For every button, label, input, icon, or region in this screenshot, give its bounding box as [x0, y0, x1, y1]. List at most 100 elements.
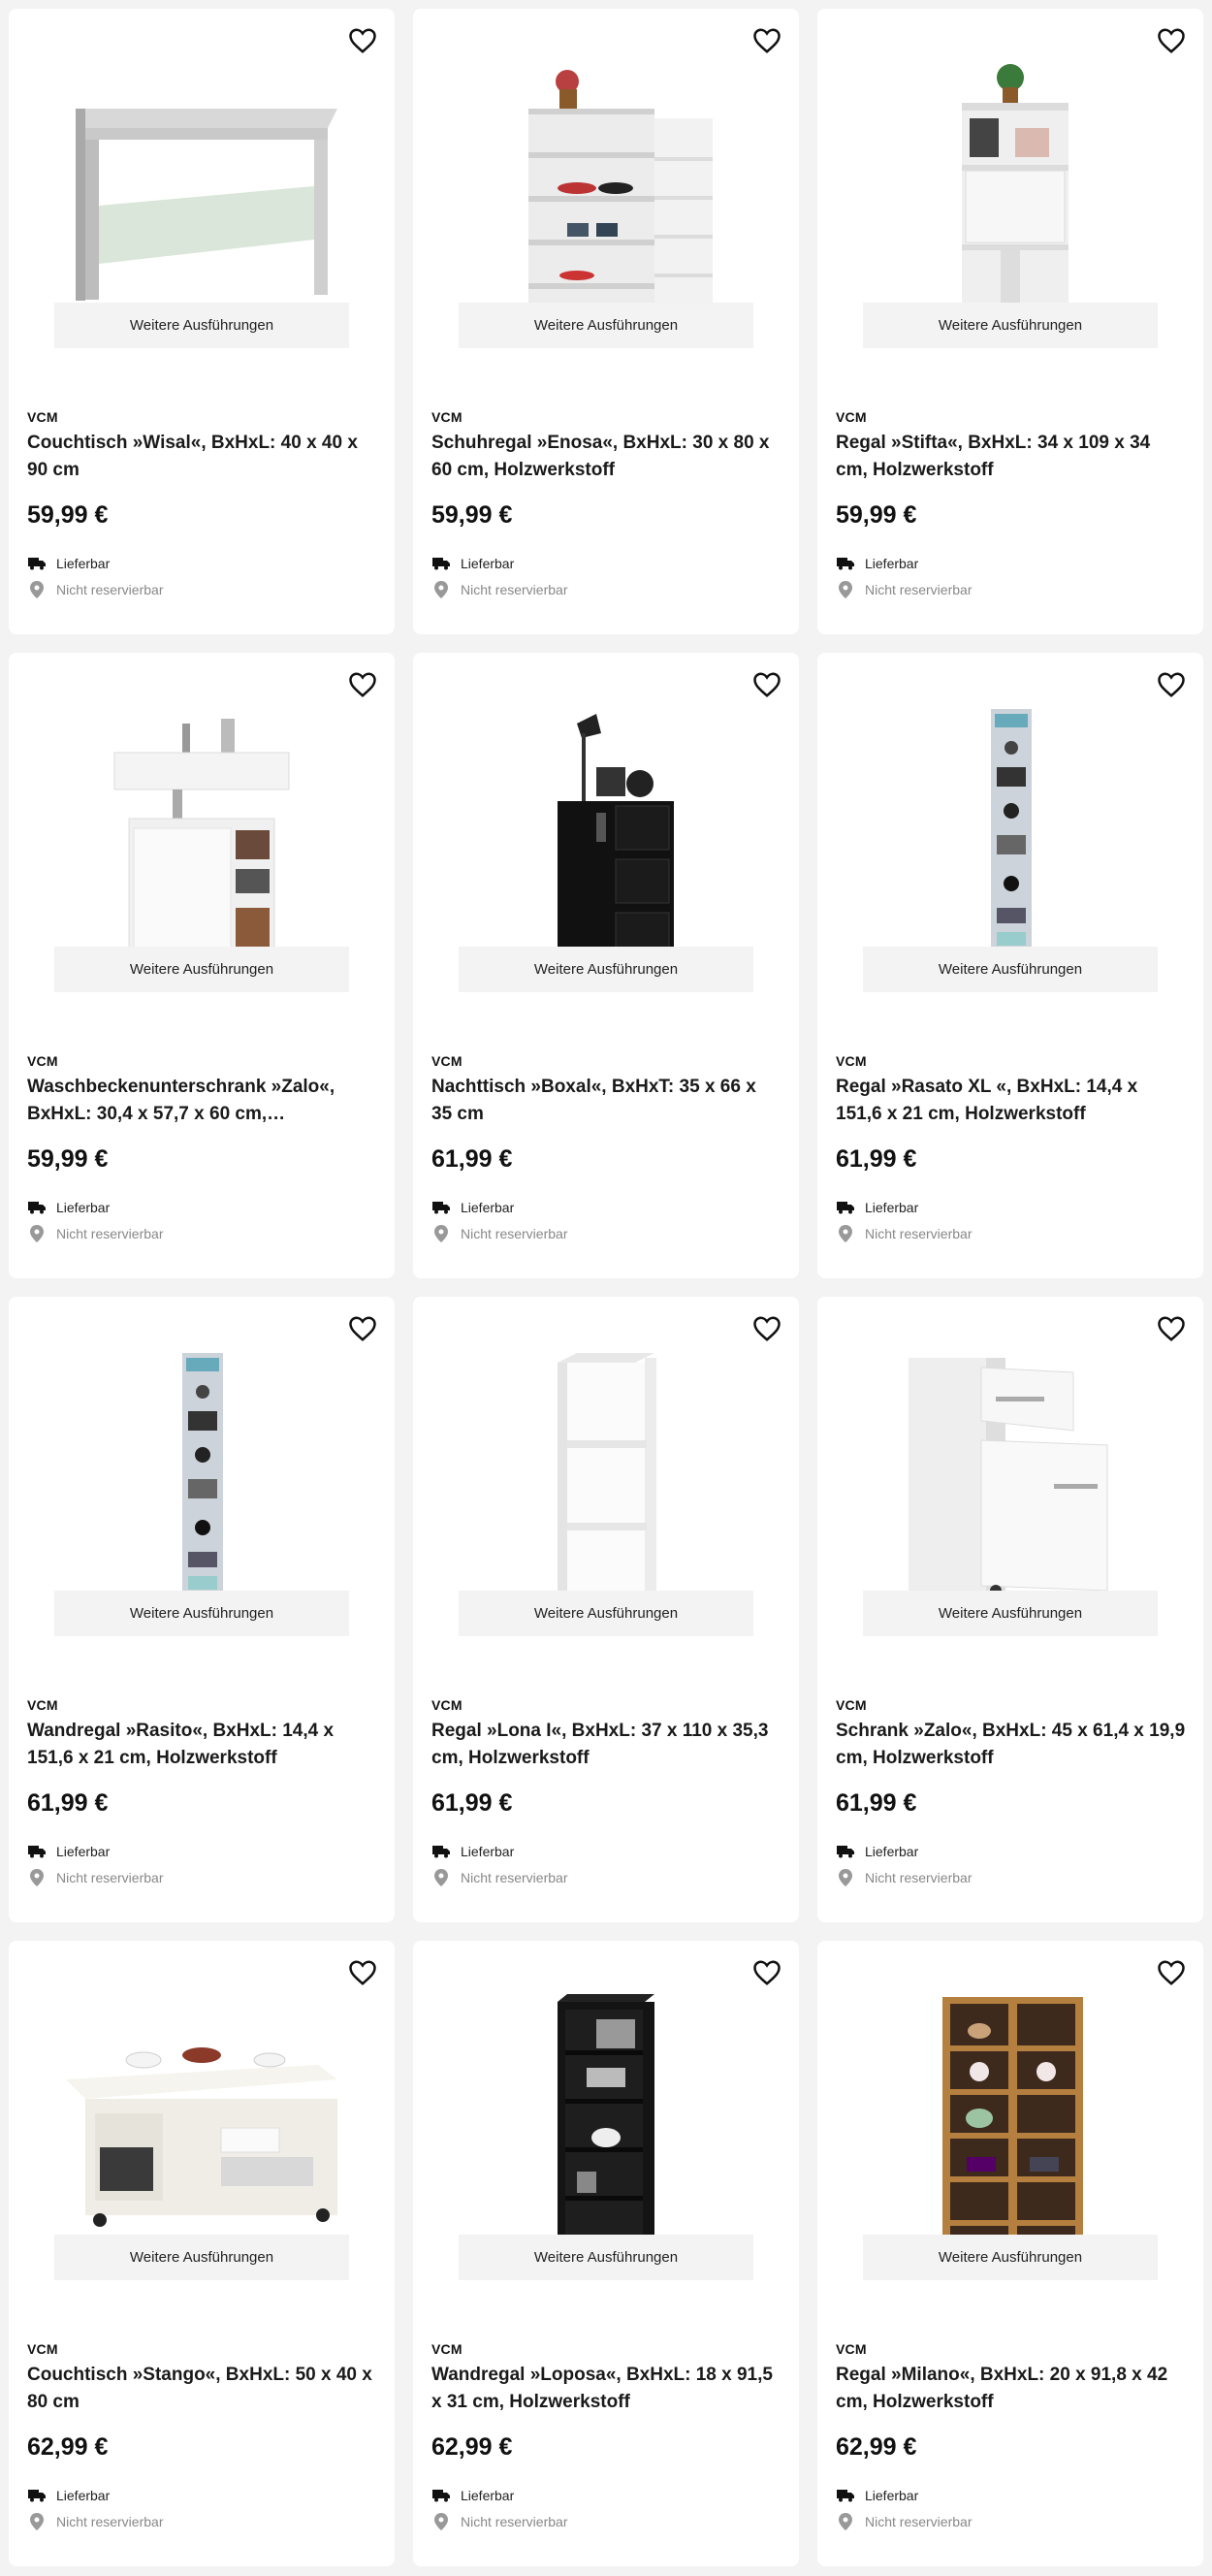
product-image[interactable]	[9, 1324, 395, 1600]
brand-label: VCM	[27, 409, 58, 425]
more-variants-button[interactable]: Weitere Ausführungen	[863, 947, 1158, 992]
product-title[interactable]: Regal »Milano«, BxHxL: 20 x 91,8 x 42 cm…	[836, 2362, 1186, 2416]
drawer-cabinet-image	[909, 1358, 1108, 1596]
product-card[interactable]: Weitere Ausführungen VCM Wandregal »Rasi…	[9, 1297, 395, 1922]
product-card[interactable]: Weitere Ausführungen VCM Couchtisch »Wis…	[9, 9, 395, 634]
more-variants-button[interactable]: Weitere Ausführungen	[54, 303, 349, 348]
product-image[interactable]	[9, 680, 395, 956]
truck-icon	[431, 1199, 451, 1216]
product-title[interactable]: Schrank »Zalo«, BxHxL: 45 x 61,4 x 19,9 …	[836, 1718, 1186, 1772]
product-card[interactable]: Weitere Ausführungen VCM Couchtisch »Sta…	[9, 1941, 395, 2566]
delivery-status: Lieferbar	[27, 555, 110, 572]
brand-label: VCM	[431, 409, 462, 425]
product-image[interactable]	[413, 1968, 799, 2244]
wooden-shelf-image	[942, 1997, 1083, 2244]
location-pin-icon	[27, 1225, 47, 1242]
location-pin-icon	[431, 1869, 451, 1886]
product-title[interactable]: Wandregal »Rasito«, BxHxL: 14,4 x 151,6 …	[27, 1718, 377, 1772]
product-card[interactable]: Weitere Ausführungen VCM Schuhregal »Eno…	[413, 9, 799, 634]
delivery-status: Lieferbar	[431, 1199, 514, 1216]
product-card[interactable]: Weitere Ausführungen VCM Regal »Lona I«,…	[413, 1297, 799, 1922]
delivery-status: Lieferbar	[836, 2487, 918, 2504]
truck-icon	[27, 1843, 47, 1860]
product-card[interactable]: Weitere Ausführungen VCM Regal »Stifta«,…	[817, 9, 1203, 634]
more-variants-button[interactable]: Weitere Ausführungen	[459, 1591, 753, 1636]
delivery-status: Lieferbar	[27, 1843, 110, 1860]
product-title[interactable]: Schuhregal »Enosa«, BxHxL: 30 x 80 x 60 …	[431, 430, 781, 484]
product-image[interactable]	[817, 1324, 1203, 1600]
location-pin-icon	[836, 2513, 855, 2530]
brand-label: VCM	[431, 2341, 462, 2357]
more-variants-button[interactable]: Weitere Ausführungen	[54, 2235, 349, 2280]
product-image[interactable]	[817, 680, 1203, 956]
product-image[interactable]	[9, 1968, 395, 2244]
more-variants-button[interactable]: Weitere Ausführungen	[863, 303, 1158, 348]
product-title[interactable]: Nachttisch »Boxal«, BxHxT: 35 x 66 x 35 …	[431, 1074, 781, 1128]
product-title[interactable]: Couchtisch »Wisal«, BxHxL: 40 x 40 x 90 …	[27, 430, 377, 484]
product-image[interactable]	[817, 36, 1203, 312]
product-card[interactable]: Weitere Ausführungen VCM Wandregal »Lopo…	[413, 1941, 799, 2566]
product-title[interactable]: Couchtisch »Stango«, BxHxL: 50 x 40 x 80…	[27, 2362, 377, 2416]
brand-label: VCM	[27, 1053, 58, 1069]
truck-icon	[27, 2487, 47, 2504]
delivery-status: Lieferbar	[431, 555, 514, 572]
product-image[interactable]	[413, 36, 799, 312]
product-image[interactable]	[413, 680, 799, 956]
product-card[interactable]: Weitere Ausführungen VCM Waschbeckenunte…	[9, 653, 395, 1278]
truck-icon	[27, 1199, 47, 1216]
tall-shelf-image	[991, 709, 1032, 956]
product-price: 61,99 €	[836, 1145, 917, 1173]
product-image[interactable]	[817, 1968, 1203, 2244]
location-pin-icon	[836, 581, 855, 598]
coffee-table-image	[76, 109, 337, 301]
product-price: 59,99 €	[27, 501, 109, 529]
delivery-status: Lieferbar	[431, 2487, 514, 2504]
product-title[interactable]: Regal »Rasato XL «, BxHxL: 14,4 x 151,6 …	[836, 1074, 1186, 1128]
more-variants-button[interactable]: Weitere Ausführungen	[459, 303, 753, 348]
more-variants-button[interactable]: Weitere Ausführungen	[863, 1591, 1158, 1636]
more-variants-button[interactable]: Weitere Ausführungen	[863, 2235, 1158, 2280]
more-variants-button[interactable]: Weitere Ausführungen	[54, 1591, 349, 1636]
product-title[interactable]: Regal »Lona I«, BxHxL: 37 x 110 x 35,3 c…	[431, 1718, 781, 1772]
reservation-status: Nicht reservierbar	[431, 2513, 567, 2530]
reservation-status: Nicht reservierbar	[836, 581, 972, 598]
open-shelf-image	[558, 1353, 656, 1600]
product-price: 62,99 €	[27, 2433, 109, 2461]
location-pin-icon	[431, 581, 451, 598]
product-image[interactable]	[9, 36, 395, 312]
delivery-status: Lieferbar	[836, 1843, 918, 1860]
location-pin-icon	[431, 2513, 451, 2530]
coffee-table-white-image	[66, 2047, 337, 2227]
product-card[interactable]: Weitere Ausführungen VCM Regal »Rasato X…	[817, 653, 1203, 1278]
product-image[interactable]	[413, 1324, 799, 1600]
truck-icon	[836, 2487, 855, 2504]
location-pin-icon	[27, 2513, 47, 2530]
product-card[interactable]: Weitere Ausführungen VCM Regal »Milano«,…	[817, 1941, 1203, 2566]
reservation-status: Nicht reservierbar	[27, 581, 163, 598]
product-title[interactable]: Waschbeckenunterschrank »Zalo«, BxHxL: 3…	[27, 1074, 377, 1128]
wall-shelf-image	[182, 1353, 223, 1600]
product-price: 59,99 €	[431, 501, 513, 529]
nightstand-image	[558, 714, 674, 956]
reservation-status: Nicht reservierbar	[431, 1225, 567, 1242]
reservation-status: Nicht reservierbar	[836, 1225, 972, 1242]
brand-label: VCM	[836, 409, 867, 425]
black-wall-shelf-image	[558, 1994, 654, 2244]
reservation-status: Nicht reservierbar	[27, 2513, 163, 2530]
product-card[interactable]: Weitere Ausführungen VCM Nachttisch »Box…	[413, 653, 799, 1278]
brand-label: VCM	[27, 1697, 58, 1713]
reservation-status: Nicht reservierbar	[27, 1869, 163, 1886]
more-variants-button[interactable]: Weitere Ausführungen	[459, 947, 753, 992]
shoe-rack-image	[528, 70, 713, 312]
more-variants-button[interactable]: Weitere Ausführungen	[54, 947, 349, 992]
location-pin-icon	[27, 1869, 47, 1886]
product-title[interactable]: Regal »Stifta«, BxHxL: 34 x 109 x 34 cm,…	[836, 430, 1186, 484]
brand-label: VCM	[836, 1697, 867, 1713]
more-variants-button[interactable]: Weitere Ausführungen	[459, 2235, 753, 2280]
reservation-status: Nicht reservierbar	[431, 1869, 567, 1886]
product-title[interactable]: Wandregal »Loposa«, BxHxL: 18 x 91,5 x 3…	[431, 2362, 781, 2416]
brand-label: VCM	[431, 1053, 462, 1069]
brand-label: VCM	[431, 1697, 462, 1713]
product-card[interactable]: Weitere Ausführungen VCM Schrank »Zalo«,…	[817, 1297, 1203, 1922]
delivery-status: Lieferbar	[27, 1199, 110, 1216]
